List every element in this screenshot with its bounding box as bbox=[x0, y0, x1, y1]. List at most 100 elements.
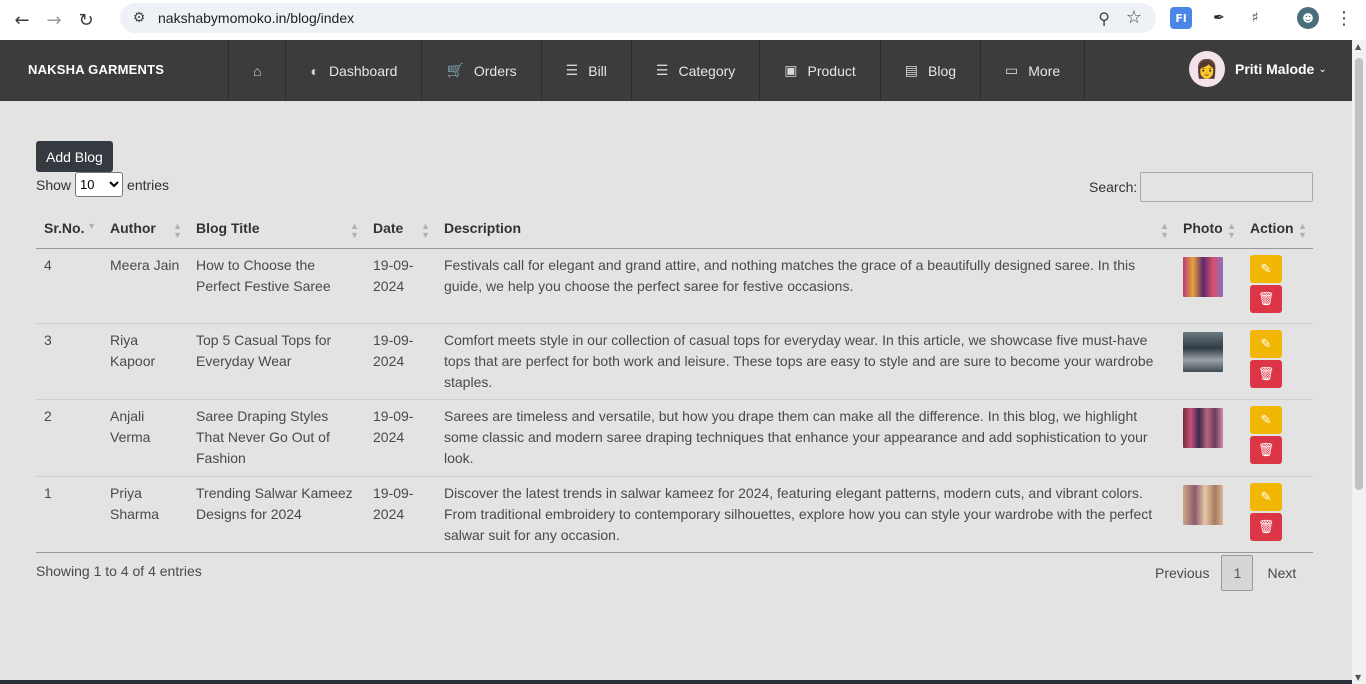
column-header-date[interactable]: Date ▲ ▼ bbox=[365, 208, 436, 249]
nav-label: Product bbox=[807, 62, 856, 79]
blog-photo[interactable] bbox=[1183, 256, 1223, 297]
blog-photo[interactable] bbox=[1183, 484, 1223, 525]
nav-category[interactable]: ☰ Category bbox=[632, 40, 761, 101]
row-actions: ✎ 🗑 bbox=[1250, 405, 1305, 464]
search-input[interactable] bbox=[1140, 172, 1314, 202]
monitor-icon: ▭ bbox=[1005, 62, 1019, 78]
edit-icon: ✎ bbox=[1260, 488, 1272, 504]
search-label: Search: bbox=[1089, 179, 1138, 195]
cell-photo bbox=[1175, 399, 1242, 476]
nav-home[interactable]: ⌂ bbox=[229, 40, 287, 101]
blog-photo[interactable] bbox=[1183, 407, 1223, 448]
page-scrollbar[interactable]: ▲ ▼ bbox=[1352, 40, 1366, 684]
sort-icon: ▲ ▼ bbox=[421, 221, 430, 240]
delete-button[interactable]: 🗑 bbox=[1250, 435, 1282, 464]
cell-action: ✎ 🗑 bbox=[1242, 248, 1313, 323]
nav-more[interactable]: ▭ More bbox=[981, 40, 1086, 101]
nav-label: Category bbox=[678, 62, 736, 79]
cell-title: Saree Draping Styles That Never Go Out o… bbox=[196, 407, 330, 466]
nav-label: Dashboard bbox=[328, 62, 398, 79]
table-row: 2 Anjali Verma Saree Draping Styles That… bbox=[36, 399, 1313, 476]
blog-photo[interactable] bbox=[1183, 331, 1223, 372]
profile-avatar-icon[interactable]: ☻ bbox=[1297, 7, 1319, 29]
home-icon: ⌂ bbox=[253, 62, 262, 79]
column-header-srno[interactable]: Sr.No. ▼ bbox=[36, 208, 102, 249]
header-label: Date bbox=[373, 219, 404, 236]
header-label: Sr.No. bbox=[44, 219, 85, 236]
extension-fl-icon[interactable]: Fl bbox=[1170, 7, 1192, 29]
sort-icon: ▲ ▼ bbox=[1298, 221, 1307, 240]
edit-icon: ✎ bbox=[1260, 411, 1272, 427]
page-1-button[interactable]: 1 bbox=[1221, 555, 1254, 591]
app-navbar: NAKSHA GARMENTS ⌂ ◐ Dashboard 🛒 Orders ☰… bbox=[0, 40, 1352, 101]
previous-button[interactable]: Previous bbox=[1143, 555, 1221, 591]
eyedropper-icon[interactable]: ✒ bbox=[1208, 7, 1230, 29]
scroll-up-icon[interactable]: ▲ bbox=[1355, 42, 1361, 51]
page-length-control: Show 10 entries bbox=[36, 172, 169, 197]
nav-label: Blog bbox=[928, 62, 957, 79]
header-label: Description bbox=[444, 219, 522, 236]
nav-blog[interactable]: ▤ Blog bbox=[881, 40, 982, 101]
column-header-photo[interactable]: Photo ▲ ▼ bbox=[1175, 208, 1242, 249]
edit-button[interactable]: ✎ bbox=[1250, 405, 1282, 434]
list-icon: ☰ bbox=[655, 62, 669, 78]
nav-orders[interactable]: 🛒 Orders bbox=[422, 40, 542, 101]
user-menu[interactable]: 👩 Priti Malode ⌄ bbox=[1189, 51, 1327, 87]
delete-button[interactable]: 🗑 bbox=[1250, 512, 1282, 541]
entries-label: entries bbox=[127, 176, 170, 193]
sort-icon: ▲ ▼ bbox=[173, 221, 182, 240]
show-label: Show bbox=[36, 176, 72, 193]
brand-name[interactable]: NAKSHA GARMENTS bbox=[28, 62, 164, 77]
delete-button[interactable]: 🗑 bbox=[1250, 359, 1282, 388]
nav-bill[interactable]: ☰ Bill bbox=[542, 40, 632, 101]
page-length-select[interactable]: 10 bbox=[75, 172, 124, 197]
user-name: Priti Malode bbox=[1235, 61, 1315, 77]
delete-button[interactable]: 🗑 bbox=[1250, 284, 1282, 313]
column-header-author[interactable]: Author ▲ ▼ bbox=[102, 208, 188, 249]
scroll-down-icon[interactable]: ▼ bbox=[1355, 673, 1361, 682]
cell-date: 19-09-2024 bbox=[373, 407, 414, 445]
address-bar[interactable]: ⚙ nakshabymomoko.in/blog/index ⚲ ☆ bbox=[120, 3, 1156, 33]
header-label: Blog Title bbox=[196, 219, 260, 236]
scrollbar-thumb[interactable] bbox=[1355, 58, 1363, 490]
cell-description: Comfort meets style in our collection of… bbox=[444, 331, 1154, 390]
table-row: 4 Meera Jain How to Choose the Perfect F… bbox=[36, 248, 1313, 323]
edit-button[interactable]: ✎ bbox=[1250, 482, 1282, 511]
sort-icon: ▲ ▼ bbox=[1227, 221, 1236, 240]
sort-icon: ▼ bbox=[87, 221, 96, 231]
forward-arrow-icon[interactable]: → bbox=[38, 4, 70, 36]
add-blog-button[interactable]: Add Blog bbox=[36, 141, 113, 172]
avatar: 👩 bbox=[1189, 51, 1225, 87]
trash-icon: 🗑 bbox=[1257, 290, 1275, 306]
nav-dashboard[interactable]: ◐ Dashboard bbox=[286, 40, 423, 101]
bookmark-star-icon[interactable]: ☆ bbox=[1126, 7, 1142, 28]
site-settings-icon[interactable]: ⚙ bbox=[130, 9, 148, 27]
cart-icon: 🛒 bbox=[446, 62, 464, 78]
edit-button[interactable]: ✎ bbox=[1250, 254, 1282, 283]
cell-action: ✎ 🗑 bbox=[1242, 399, 1313, 476]
nav-menu: ⌂ ◐ Dashboard 🛒 Orders ☰ Bill ☰ Category… bbox=[228, 40, 1086, 101]
column-header-action[interactable]: Action ▲ ▼ bbox=[1242, 208, 1313, 249]
column-header-title[interactable]: Blog Title ▲ ▼ bbox=[188, 208, 365, 249]
url-text[interactable]: nakshabymomoko.in/blog/index bbox=[158, 10, 354, 26]
column-header-description[interactable]: Description ▲ ▼ bbox=[436, 208, 1175, 249]
table-info: Showing 1 to 4 of 4 entries bbox=[36, 563, 202, 579]
next-button[interactable]: Next bbox=[1253, 555, 1310, 591]
cell-title: Top 5 Casual Tops for Everyday Wear bbox=[196, 331, 332, 369]
cell-photo bbox=[1175, 323, 1242, 399]
cell-description: Sarees are timeless and versatile, but h… bbox=[444, 407, 1148, 466]
cell-author: Meera Jain bbox=[110, 256, 180, 273]
back-arrow-icon[interactable]: ← bbox=[6, 4, 38, 36]
cell-title: Trending Salwar Kameez Designs for 2024 bbox=[196, 484, 353, 522]
reload-icon[interactable]: ↻ bbox=[70, 4, 102, 36]
cell-author: Priya Sharma bbox=[110, 484, 160, 522]
edit-button[interactable]: ✎ bbox=[1250, 329, 1282, 358]
extensions-puzzle-icon[interactable]: ♯ bbox=[1244, 7, 1266, 29]
zoom-icon[interactable]: ⚲ bbox=[1098, 9, 1110, 28]
cell-description: Discover the latest trends in salwar kam… bbox=[444, 484, 1153, 543]
row-actions: ✎ 🗑 bbox=[1250, 482, 1305, 541]
gauge-icon: ◐ bbox=[310, 62, 319, 79]
browser-menu-icon[interactable]: ⋮ bbox=[1333, 7, 1355, 29]
nav-product[interactable]: ▣ Product bbox=[760, 40, 881, 101]
header-label: Photo bbox=[1183, 219, 1223, 236]
